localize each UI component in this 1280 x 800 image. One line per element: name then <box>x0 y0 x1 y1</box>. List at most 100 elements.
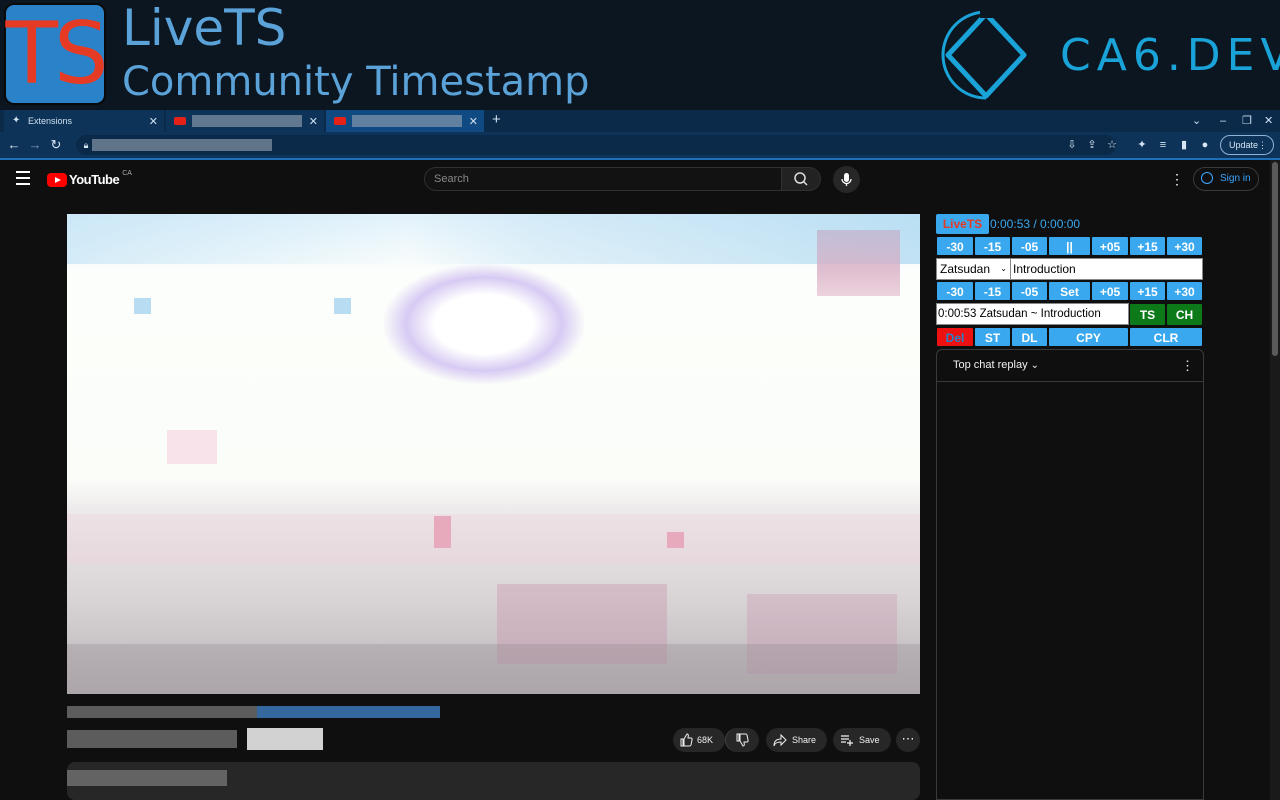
search-input[interactable]: Search <box>424 167 782 191</box>
pause-button[interactable]: || <box>1048 236 1091 256</box>
st-button[interactable]: ST <box>974 327 1011 347</box>
seek-minus-30-button[interactable]: -30 <box>936 236 974 256</box>
share-arrow-icon <box>773 733 787 747</box>
browser-tabstrip: ✦ Extensions ✕ ✕ ✕ + ⌄ – ❐ ✕ <box>0 110 1280 132</box>
seek-plus-15-button[interactable]: +15 <box>1129 236 1166 256</box>
address-bar[interactable]: 🔒︎ ⇩ ⇪ ☆ <box>76 135 1117 155</box>
url-blurred <box>92 139 272 151</box>
close-icon[interactable]: ✕ <box>149 115 158 128</box>
side-panel-icon[interactable]: ▮ <box>1176 136 1192 154</box>
reading-list-icon[interactable]: ≡ <box>1155 136 1171 154</box>
youtube-favicon-icon <box>334 117 346 125</box>
chat-header: Top chat replay ⌄ ⋮ <box>937 350 1203 382</box>
ts-logo: TS <box>4 3 109 105</box>
search-button[interactable] <box>781 167 821 191</box>
dl-button[interactable]: DL <box>1011 327 1048 347</box>
seek-plus-05-button[interactable]: +05 <box>1091 236 1129 256</box>
livets-banner: TS LiveTS Community Timestamp CA6.DEV <box>0 0 1280 110</box>
like-button[interactable]: 68K <box>673 728 725 752</box>
reload-icon[interactable]: ↻ <box>48 136 64 154</box>
adjust-plus-15-button[interactable]: +15 <box>1129 281 1166 301</box>
description-blurred <box>67 770 227 786</box>
youtube-play-icon <box>47 172 67 187</box>
chevron-down-icon: ⌄ <box>1000 264 1007 273</box>
banner-subtitle: Community Timestamp <box>122 59 590 105</box>
save-button[interactable]: Save <box>833 728 891 752</box>
ts-button[interactable]: TS <box>1129 303 1166 326</box>
chat-mode-dropdown[interactable]: Top chat replay ⌄ <box>953 359 1039 371</box>
delete-button[interactable]: Del <box>936 327 974 347</box>
back-icon[interactable]: ← <box>6 136 22 154</box>
minimize-icon[interactable]: – <box>1220 110 1226 132</box>
more-actions-icon[interactable]: ⋯ <box>896 728 920 752</box>
share-button[interactable]: Share <box>766 728 827 752</box>
bookmark-star-icon[interactable]: ☆ <box>1104 136 1120 154</box>
puzzle-icon: ✦ <box>12 115 21 126</box>
profile-icon[interactable]: ● <box>1197 136 1213 154</box>
tab-youtube-1[interactable]: ✕ <box>166 110 324 132</box>
share-icon[interactable]: ⇪ <box>1084 136 1100 154</box>
ca6-brand-text: CA6.DEV <box>1060 30 1280 81</box>
region-code: CA <box>122 170 132 177</box>
thumbs-up-icon <box>680 733 693 747</box>
tab-search-icon[interactable]: ⌄ <box>1192 110 1201 132</box>
settings-kebab-icon[interactable]: ⋮ <box>1170 172 1184 186</box>
search-icon <box>794 172 808 186</box>
category-select[interactable]: Zatsudan ⌄ <box>936 258 1011 280</box>
close-window-icon[interactable]: ✕ <box>1264 110 1273 132</box>
clear-button[interactable]: CLR <box>1129 327 1203 347</box>
chat-menu-kebab-icon[interactable]: ⋮ <box>1181 358 1194 374</box>
seek-minus-05-button[interactable]: -05 <box>1011 236 1048 256</box>
close-icon[interactable]: ✕ <box>309 115 318 128</box>
ch-button[interactable]: CH <box>1166 303 1203 326</box>
microphone-icon <box>841 173 852 186</box>
thumbs-down-icon <box>736 733 749 747</box>
copy-button[interactable]: CPY <box>1048 327 1129 347</box>
account-icon <box>1201 172 1213 184</box>
browser-toolbar: ← → ↻ 🔒︎ ⇩ ⇪ ☆ ✦ ≡ ▮ ● Update ⋮ <box>0 132 1280 158</box>
new-tab-button[interactable]: + <box>492 110 501 132</box>
extensions-icon[interactable]: ✦ <box>1134 136 1150 154</box>
timestamp-title-input[interactable]: Introduction <box>1010 258 1203 280</box>
page-scrollbar[interactable] <box>1270 160 1280 800</box>
video-title-blurred <box>257 706 440 718</box>
video-player[interactable] <box>67 214 920 694</box>
adjust-plus-05-button[interactable]: +05 <box>1091 281 1129 301</box>
seek-plus-30-button[interactable]: +30 <box>1166 236 1203 256</box>
channel-name-blurred <box>67 730 237 748</box>
seek-minus-15-button[interactable]: -15 <box>974 236 1011 256</box>
dislike-button[interactable] <box>725 728 759 752</box>
youtube-header: YouTube CA Search ⋮ Sign in <box>0 160 1270 200</box>
tab-extensions[interactable]: ✦ Extensions ✕ <box>4 110 164 132</box>
adjust-minus-30-button[interactable]: -30 <box>936 281 974 301</box>
tab-youtube-2[interactable]: ✕ <box>326 110 484 132</box>
scrollbar-thumb[interactable] <box>1272 162 1278 356</box>
playlist-add-icon <box>841 735 853 746</box>
description-box[interactable] <box>67 762 920 800</box>
timestamp-output-field[interactable]: 0:00:53 Zatsudan ~ Introduction <box>936 303 1129 325</box>
hamburger-menu-icon[interactable] <box>16 171 30 189</box>
adjust-minus-05-button[interactable]: -05 <box>1011 281 1048 301</box>
restore-icon[interactable]: ❐ <box>1242 110 1252 132</box>
livets-badge[interactable]: LiveTS <box>936 214 989 234</box>
menu-kebab-icon: ⋮ <box>1258 140 1267 150</box>
youtube-favicon-icon <box>174 117 186 125</box>
tab-title-blurred <box>192 115 302 127</box>
adjust-minus-15-button[interactable]: -15 <box>974 281 1011 301</box>
install-icon[interactable]: ⇩ <box>1064 136 1080 154</box>
video-title-blurred <box>67 706 257 718</box>
subscribe-button-blurred[interactable] <box>247 728 323 750</box>
banner-title: LiveTS <box>122 0 287 57</box>
adjust-plus-30-button[interactable]: +30 <box>1166 281 1203 301</box>
close-icon[interactable]: ✕ <box>469 115 478 128</box>
sign-in-button[interactable]: Sign in <box>1193 167 1259 191</box>
chevron-down-icon: ⌄ <box>1030 360 1040 371</box>
set-button[interactable]: Set <box>1048 281 1091 301</box>
voice-search-button[interactable] <box>833 166 860 193</box>
tab-title-blurred <box>352 115 462 127</box>
update-button[interactable]: Update ⋮ <box>1220 135 1274 155</box>
forward-icon[interactable]: → <box>27 136 43 154</box>
ca6-logo-icon <box>941 8 1027 100</box>
chat-replay-panel: Top chat replay ⌄ ⋮ <box>936 349 1204 800</box>
youtube-logo[interactable]: YouTube CA <box>47 170 132 187</box>
